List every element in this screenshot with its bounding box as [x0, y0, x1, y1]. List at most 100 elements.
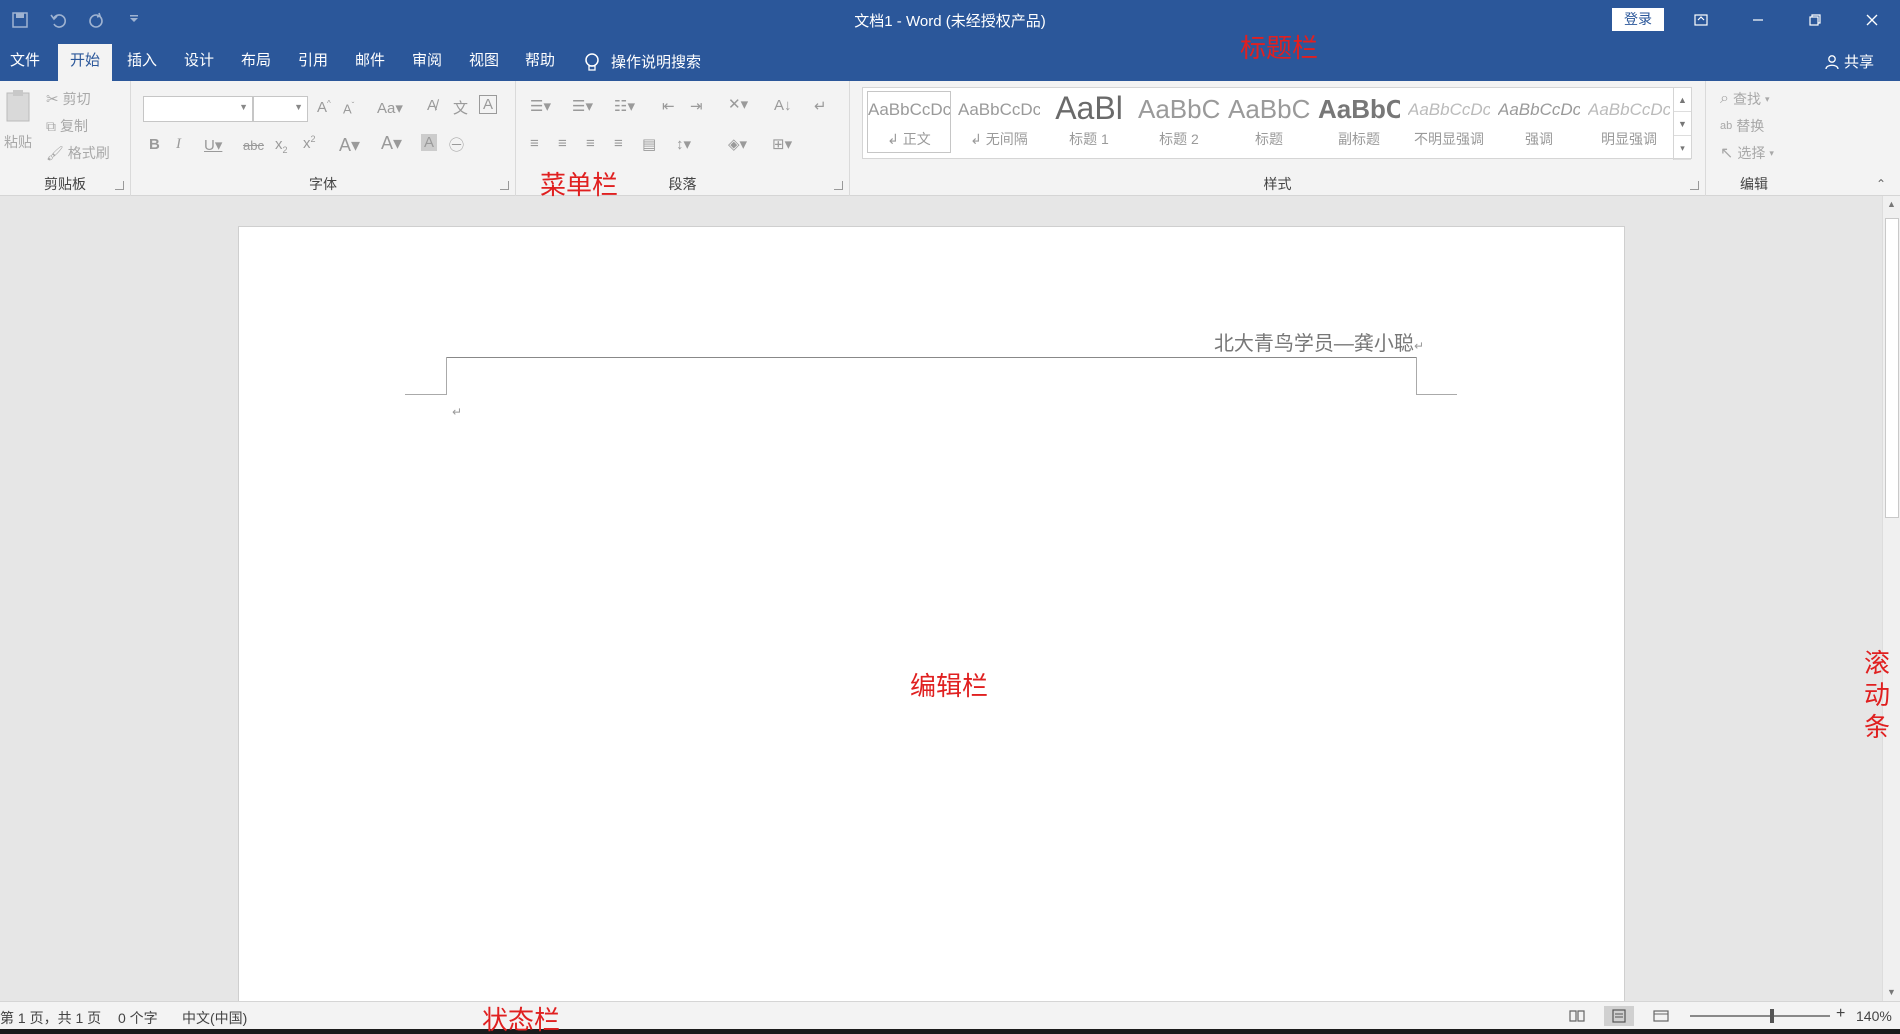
magnifier-icon: ⌕ [1720, 90, 1729, 107]
style-name: 明显强调 [1601, 131, 1657, 147]
style-emphasis[interactable]: AaBbCcDc 强调 [1497, 91, 1581, 153]
paragraph-mark-icon: ↵ [452, 405, 463, 419]
paintbrush-icon: 🖌 [46, 144, 64, 161]
text-effects-icon[interactable]: A▾ [339, 135, 360, 156]
align-center-icon[interactable]: ≡ [558, 135, 567, 152]
borders-icon[interactable]: ⊞▾ [772, 135, 792, 153]
tab-view[interactable]: 视图 [459, 44, 509, 81]
scroll-up-icon[interactable]: ▲ [1883, 196, 1900, 213]
numbering-icon[interactable]: ☰▾ [572, 97, 593, 115]
page-count[interactable]: 第 1 页，共 1 页 [0, 1008, 101, 1028]
change-case-icon[interactable]: Aa▾ [377, 99, 403, 117]
zoom-slider[interactable] [1690, 1009, 1830, 1023]
multilevel-list-icon[interactable]: ☷▾ [614, 97, 635, 115]
restore-icon[interactable] [1792, 0, 1838, 40]
shading-icon[interactable]: ◈▾ [728, 135, 747, 153]
collapse-ribbon-icon[interactable]: ⌃ [1876, 177, 1886, 191]
replace-button[interactable]: ab 替换 [1720, 116, 1764, 136]
phonetic-guide-icon[interactable]: 文 [453, 97, 468, 118]
login-button[interactable]: 登录 [1612, 8, 1664, 31]
style-name: 副标题 [1338, 131, 1380, 147]
highlight-color-icon[interactable]: A▾ [381, 133, 402, 154]
increase-indent-icon[interactable]: ⇥ [690, 97, 703, 115]
bullets-icon[interactable]: ☰▾ [530, 97, 551, 115]
style-subtle-emphasis[interactable]: AaBbCcDc 不明显强调 [1407, 91, 1491, 153]
style-title[interactable]: AaBbC 标题 [1227, 91, 1311, 153]
read-mode-icon[interactable] [1562, 1006, 1592, 1026]
enclose-characters-icon[interactable]: ㊀ [449, 134, 464, 155]
shrink-font-icon[interactable]: Aˇ [343, 101, 354, 116]
close-icon[interactable] [1849, 0, 1895, 40]
style-intense-emphasis[interactable]: AaBbCcDc 明显强调 [1587, 91, 1671, 153]
align-left-icon[interactable]: ≡ [530, 135, 539, 152]
tab-design[interactable]: 设计 [174, 44, 224, 81]
bold-icon[interactable]: B [149, 136, 160, 153]
scroll-down-icon[interactable]: ▼ [1883, 984, 1900, 1001]
tab-file[interactable]: 文件 [0, 44, 50, 81]
style-sample: AaBl [1055, 90, 1123, 126]
cut-button[interactable]: ✂ 剪切 [46, 89, 91, 109]
show-marks-icon[interactable]: ↵ [814, 97, 827, 115]
font-size-select[interactable]: ▼ [253, 96, 308, 122]
style-subtitle[interactable]: AaBbC 副标题 [1317, 91, 1401, 153]
vertical-scrollbar[interactable]: ▲ ▼ [1882, 196, 1900, 1001]
style-no-spacing[interactable]: AaBbCcDc ↲ 无间隔 [957, 91, 1041, 153]
style-heading-1[interactable]: AaBl 标题 1 [1047, 90, 1131, 153]
minimize-icon[interactable] [1735, 0, 1781, 40]
grow-font-icon[interactable]: A^ [317, 99, 331, 116]
chinese-layout-icon[interactable]: ✕▾ [728, 95, 748, 113]
word-count[interactable]: 0 个字 [118, 1008, 158, 1028]
decrease-indent-icon[interactable]: ⇤ [662, 97, 675, 115]
align-right-icon[interactable]: ≡ [586, 135, 595, 152]
zoom-in-icon[interactable]: + [1836, 1005, 1845, 1023]
tell-me-label: 操作说明搜索 [611, 54, 702, 71]
ribbon-display-options-icon[interactable] [1678, 0, 1724, 40]
distributed-icon[interactable]: ▤ [642, 135, 656, 153]
subscript-icon[interactable]: x2 [275, 136, 288, 155]
share-button[interactable]: 共享 [1824, 51, 1874, 72]
tab-home[interactable]: 开始 [58, 44, 113, 81]
paragraph-mark-icon: ↵ [1413, 339, 1424, 353]
sort-icon[interactable]: A↓ [774, 97, 792, 114]
styles-launcher-icon[interactable] [1690, 181, 1699, 190]
tab-mailings[interactable]: 邮件 [345, 44, 395, 81]
paste-button[interactable]: 粘贴 [4, 89, 38, 159]
strikethrough-icon[interactable]: abc [243, 138, 264, 153]
find-button[interactable]: ⌕ 查找 ▾ [1720, 89, 1770, 109]
font-launcher-icon[interactable] [500, 181, 509, 190]
format-painter-button[interactable]: 🖌 格式刷 [46, 143, 110, 163]
tab-layout[interactable]: 布局 [231, 44, 281, 81]
web-layout-icon[interactable] [1646, 1006, 1676, 1026]
scroll-thumb[interactable] [1885, 218, 1899, 518]
select-button[interactable]: ↖ 选择 ▾ [1720, 143, 1774, 163]
line-spacing-icon[interactable]: ↕▾ [676, 135, 691, 153]
tab-review[interactable]: 审阅 [402, 44, 452, 81]
zoom-level[interactable]: 140% [1856, 1008, 1892, 1024]
document-page[interactable]: 北大青鸟学员—龚小聪↵ ↵ [238, 226, 1625, 1006]
clear-formatting-icon[interactable]: A̸ [427, 97, 437, 114]
paragraph-launcher-icon[interactable] [834, 181, 843, 190]
character-shading-icon[interactable]: A [421, 134, 438, 151]
tab-references[interactable]: 引用 [288, 44, 338, 81]
header-text-wrapper[interactable]: 北大青鸟学员—龚小聪↵ [1214, 327, 1424, 356]
gallery-down-icon[interactable]: ▼ [1674, 112, 1691, 136]
tab-insert[interactable]: 插入 [117, 44, 167, 81]
print-layout-icon[interactable] [1604, 1006, 1634, 1026]
tab-help[interactable]: 帮助 [515, 44, 565, 81]
copy-button[interactable]: ⧉ 复制 [46, 116, 88, 136]
zoom-slider-thumb[interactable] [1770, 1009, 1774, 1023]
tell-me-search[interactable]: 操作说明搜索 [583, 51, 701, 72]
style-normal[interactable]: AaBbCcDc ↲ 正文 [867, 91, 951, 153]
underline-icon[interactable]: U▾ [204, 136, 222, 154]
cut-label: 剪切 [62, 91, 91, 107]
gallery-up-icon[interactable]: ▲ [1674, 88, 1691, 112]
superscript-icon[interactable]: x2 [303, 134, 316, 152]
font-name-select[interactable]: ▼ [143, 96, 253, 122]
clipboard-launcher-icon[interactable] [115, 181, 124, 190]
gallery-more-icon[interactable]: ▾ [1674, 136, 1691, 160]
style-heading-2[interactable]: AaBbC 标题 2 [1137, 91, 1221, 153]
character-border-icon[interactable]: A [479, 95, 498, 114]
language[interactable]: 中文(中国) [182, 1008, 247, 1028]
italic-icon[interactable]: I [176, 136, 181, 153]
justify-icon[interactable]: ≡ [614, 135, 623, 152]
